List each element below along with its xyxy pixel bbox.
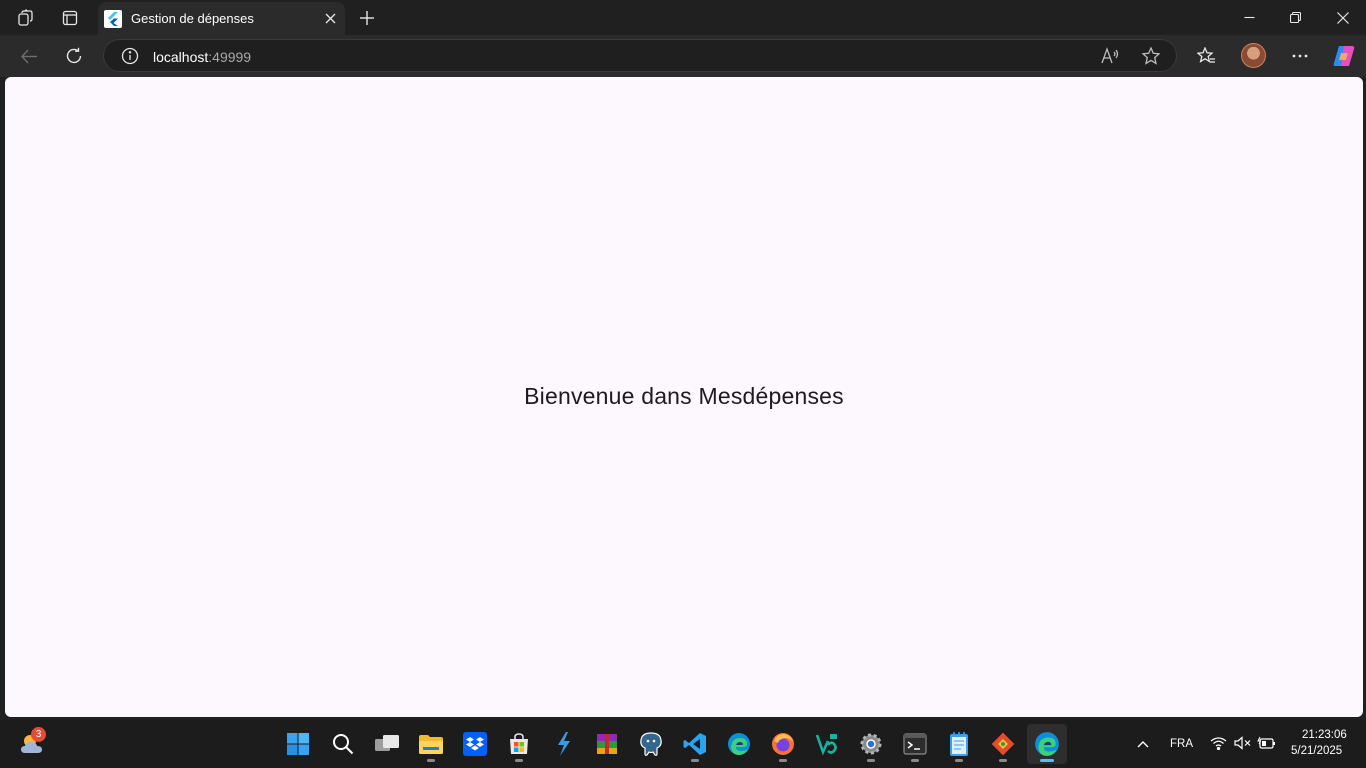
favorite-star-icon[interactable]: [1141, 46, 1161, 70]
file-explorer-icon[interactable]: [411, 724, 451, 764]
address-bar[interactable]: localhost:49999: [103, 39, 1177, 72]
browser-tab-bar: Gestion de dépenses: [0, 0, 1366, 35]
page-viewport: Bienvenue dans Mesdépenses: [5, 77, 1363, 717]
postgresql-icon[interactable]: [631, 724, 671, 764]
running-indicator: [427, 759, 435, 762]
active-app-indicator: [1040, 759, 1054, 762]
refresh-icon[interactable]: [58, 40, 90, 72]
url-text[interactable]: localhost:49999: [153, 49, 251, 65]
running-indicator: [955, 759, 963, 762]
wifi-icon[interactable]: [1210, 736, 1227, 755]
vs-code-alt-icon[interactable]: [807, 724, 847, 764]
profile-avatar[interactable]: [1241, 43, 1266, 68]
running-indicator: [691, 759, 699, 762]
tab-active[interactable]: Gestion de dépenses: [98, 2, 345, 35]
running-indicator: [515, 759, 523, 762]
show-hidden-icons-chevron-icon[interactable]: [1123, 724, 1163, 764]
winrar-icon[interactable]: [587, 724, 627, 764]
volume-muted-icon[interactable]: [1234, 736, 1251, 755]
notepad-icon[interactable]: [939, 724, 979, 764]
url-host: localhost: [153, 49, 209, 65]
git-icon[interactable]: [983, 724, 1023, 764]
favorites-icon[interactable]: [1190, 40, 1222, 72]
clock-time[interactable]: 21:23:06: [1302, 729, 1347, 741]
edge-icon[interactable]: [719, 724, 759, 764]
input-language[interactable]: FRA: [1170, 738, 1193, 750]
clock-date[interactable]: 5/21/2025: [1291, 745, 1342, 757]
running-indicator: [867, 759, 875, 762]
site-info-icon[interactable]: [121, 47, 139, 70]
tab-title: Gestion de dépenses: [131, 11, 254, 26]
workspaces-icon[interactable]: [4, 0, 48, 35]
windows-start-icon[interactable]: [278, 724, 318, 764]
weather-notification-badge: 3: [31, 727, 46, 742]
copilot-icon[interactable]: [1328, 40, 1360, 72]
settings-gear-icon[interactable]: [851, 724, 891, 764]
browser-toolbar: localhost:49999: [0, 35, 1366, 77]
windows-taskbar: FRA 21:23:06 5/21/2025: [0, 720, 1366, 768]
task-view-icon[interactable]: [367, 724, 407, 764]
firefox-icon[interactable]: [763, 724, 803, 764]
flutter-icon: [104, 9, 122, 28]
dropbox-icon[interactable]: [455, 724, 495, 764]
url-port: :49999: [208, 49, 252, 65]
close-window-icon[interactable]: [1320, 0, 1366, 35]
welcome-text: Bienvenue dans Mesdépenses: [524, 383, 844, 409]
tab-actions-icon[interactable]: [48, 0, 92, 35]
back-icon[interactable]: [13, 40, 45, 72]
running-indicator: [999, 759, 1007, 762]
restore-icon[interactable]: [1272, 0, 1318, 35]
search-icon[interactable]: [323, 724, 363, 764]
visual-studio-icon[interactable]: [543, 724, 583, 764]
terminal-icon[interactable]: [895, 724, 935, 764]
battery-charging-icon[interactable]: [1257, 736, 1276, 755]
running-indicator: [779, 759, 787, 762]
edge-active-icon[interactable]: [1027, 724, 1067, 764]
new-tab-icon[interactable]: [352, 3, 382, 33]
more-options-icon[interactable]: [1284, 40, 1316, 72]
running-indicator: [911, 759, 919, 762]
read-aloud-icon[interactable]: [1101, 47, 1119, 70]
microsoft-store-icon[interactable]: [499, 724, 539, 764]
vscode-icon[interactable]: [675, 724, 715, 764]
minimize-icon[interactable]: [1226, 0, 1272, 35]
close-tab-icon[interactable]: [315, 4, 345, 34]
